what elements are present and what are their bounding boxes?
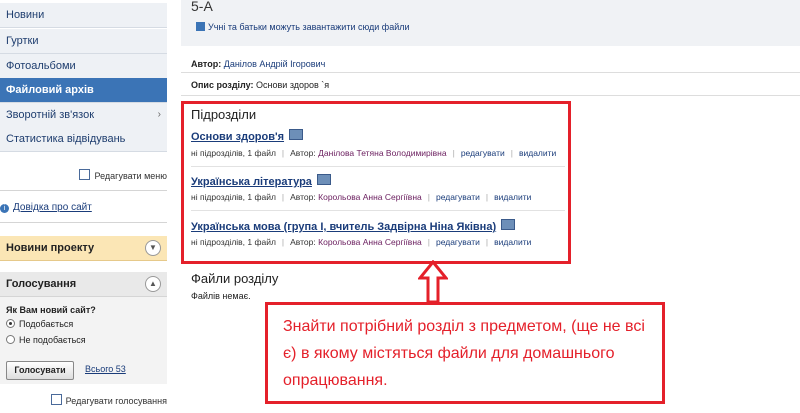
sidebar-item-label: Статистика відвідувань <box>6 133 126 145</box>
divider <box>181 72 800 73</box>
sidebar-item-label: Фотоальбоми <box>6 60 76 72</box>
sidebar-item-label: Зворотній зв'язок <box>6 109 95 121</box>
divider <box>181 95 800 96</box>
radio-selected-icon[interactable] <box>6 319 15 328</box>
info-icon: i <box>0 204 9 213</box>
page-title: 5-А <box>191 0 213 14</box>
poll-option-label: Не подобається <box>19 335 86 345</box>
poll-option-like[interactable]: Подобається <box>6 319 73 329</box>
sidebar-item-feedback[interactable]: Зворотній зв'язок › <box>0 103 167 128</box>
help-link[interactable]: i Довідка про сайт <box>0 202 92 213</box>
upload-icon <box>196 22 205 31</box>
section-description: Опис розділу: Основи здоров `я <box>191 80 329 90</box>
sidebar-item-photo-albums[interactable]: Фотоальбоми <box>0 54 167 79</box>
edit-icon <box>79 169 91 180</box>
description-value: Основи здоров `я <box>256 80 330 90</box>
left-sidebar: Новини Гуртки Фотоальбоми Файловий архів… <box>0 0 167 413</box>
sidebar-item-label: Новини <box>6 9 45 21</box>
votes-panel-title: Голосування <box>6 278 77 290</box>
sidebar-item-news[interactable]: Новини <box>0 3 167 28</box>
poll-option-label: Подобається <box>19 319 74 329</box>
description-label: Опис розділу: <box>191 80 254 90</box>
news-panel-title: Новини проекту <box>6 242 95 254</box>
sidebar-item-clubs[interactable]: Гуртки <box>0 29 167 54</box>
sidebar-item-label: Файловий архів <box>6 84 94 96</box>
author-link[interactable]: Данілов Андрій Ігорович <box>224 59 326 69</box>
edit-icon <box>50 394 62 405</box>
sidebar-item-file-archive[interactable]: Файловий архів <box>0 78 167 103</box>
author-label: Автор: <box>191 59 222 69</box>
upload-note-label: Учні та батьки можуть завантажити сюди ф… <box>208 22 410 32</box>
divider <box>0 190 167 191</box>
divider <box>0 222 167 223</box>
sidebar-item-label: Гуртки <box>6 35 39 47</box>
news-panel-header[interactable]: Новини проекту ▼ <box>0 236 167 261</box>
sidebar-item-statistics[interactable]: Статистика відвідувань <box>0 127 167 152</box>
edit-menu-link[interactable]: Редагувати меню <box>79 169 167 181</box>
files-title: Файли розділу <box>191 271 279 286</box>
no-files-text: Файлів немає. <box>191 291 251 301</box>
chevron-down-icon[interactable]: ▼ <box>145 240 161 256</box>
votes-panel-header[interactable]: Голосування ▲ <box>0 272 167 297</box>
edit-menu-label: Редагувати меню <box>94 171 167 181</box>
total-votes-link[interactable]: Всього 53 <box>85 364 126 374</box>
poll-option-dislike[interactable]: Не подобається <box>6 335 86 345</box>
chevron-right-icon: › <box>157 109 161 120</box>
annotation-text: Знайти потрібний розділ з предметом, (ще… <box>283 318 645 389</box>
edit-votes-link[interactable]: Редагувати голосування <box>50 394 167 406</box>
edit-votes-label: Редагувати голосування <box>65 396 167 406</box>
section-author: Автор: Данілов Андрій Ігорович <box>191 59 325 69</box>
vote-button[interactable]: Голосувати <box>6 361 74 380</box>
chevron-up-icon[interactable]: ▲ <box>145 276 161 292</box>
upload-note[interactable]: Учні та батьки можуть завантажити сюди ф… <box>196 22 410 32</box>
up-arrow-icon <box>418 260 448 304</box>
highlight-box <box>181 101 571 264</box>
radio-icon[interactable] <box>6 335 15 344</box>
poll-question: Як Вам новий сайт? <box>6 305 96 315</box>
help-link-label: Довідка про сайт <box>13 202 92 213</box>
